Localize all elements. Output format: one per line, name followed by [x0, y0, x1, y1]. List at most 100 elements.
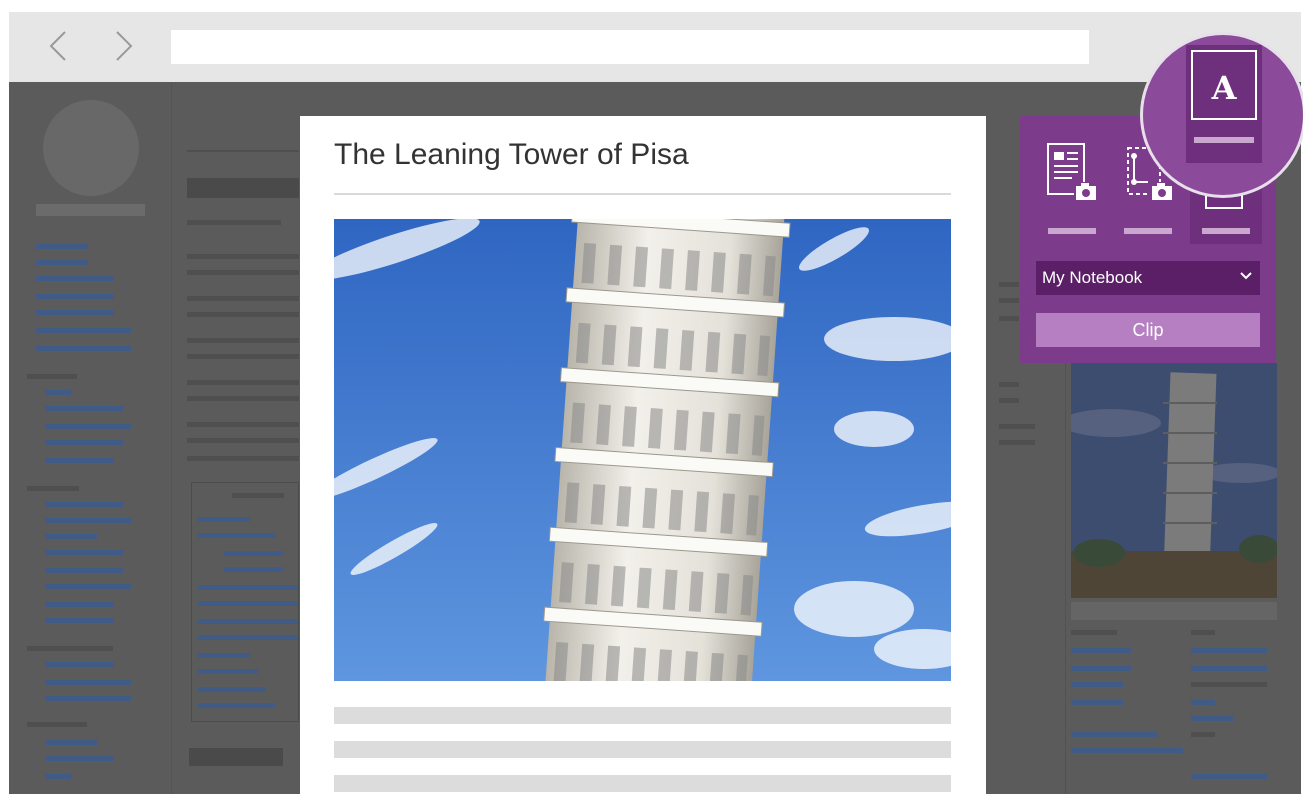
browser-toolbar [9, 12, 1301, 82]
text-bar [187, 338, 299, 343]
nav-link-bar [45, 458, 114, 463]
text-placeholder-line [334, 707, 951, 724]
text-bar [999, 316, 1019, 321]
table-cell-bar [1071, 666, 1131, 671]
infobox-link-bar [198, 619, 298, 624]
selected-mode-highlight: A [1186, 45, 1262, 163]
article-title: The Leaning Tower of Pisa [334, 138, 689, 171]
nav-link-bar [36, 244, 88, 249]
nav-link-bar [45, 534, 97, 539]
text-bar [187, 296, 299, 301]
infobox-link-bar [198, 703, 276, 708]
page-camera-icon [1047, 143, 1098, 200]
nav-link-bar [45, 568, 123, 573]
nav-link-bar [36, 294, 114, 299]
mode-label-bar [1048, 228, 1096, 234]
section-heading-bar [27, 722, 87, 727]
nav-link-bar [45, 502, 123, 507]
nav-link-bar [45, 424, 131, 429]
avatar [43, 100, 139, 196]
tower-thumbnail-drawing [1071, 363, 1277, 598]
column-divider [1065, 356, 1066, 794]
address-bar[interactable] [171, 30, 1089, 64]
nav-link-bar [36, 310, 114, 315]
text-bar [999, 382, 1019, 387]
table-cell-bar [1071, 732, 1157, 737]
infobox-link-bar [198, 669, 258, 674]
text-placeholder-line [334, 741, 951, 758]
nav-link-bar [45, 602, 114, 607]
infobox-link-bar [198, 635, 298, 640]
text-bar [187, 380, 299, 385]
nav-link-bar [45, 584, 131, 589]
tower-photo-drawing [334, 219, 951, 681]
chevron-down-icon [1240, 272, 1252, 280]
mode-label-bar [1124, 228, 1172, 234]
notebook-label: My Notebook [1042, 268, 1143, 287]
mode-label-bar [1202, 228, 1250, 234]
chevron-right-icon [116, 31, 133, 61]
tower-thumbnail-image [1071, 363, 1277, 598]
table-cell-bar [1071, 700, 1123, 705]
text-bar [187, 438, 299, 443]
table-cell-bar [1191, 716, 1233, 721]
text-bar [999, 440, 1035, 445]
article-a-icon: A [1191, 50, 1257, 143]
nav-link-bar [45, 696, 131, 701]
infobox-link-bar [198, 601, 298, 606]
title-divider [334, 193, 951, 195]
nav-link-bar [45, 662, 114, 667]
caption-bar [1071, 602, 1277, 620]
table-cell-bar [1071, 648, 1131, 653]
forward-button[interactable] [105, 28, 141, 64]
article-mode-magnifier: A [1140, 32, 1303, 198]
tower-photo [334, 219, 951, 681]
text-bar [187, 422, 299, 427]
article-preview-card: The Leaning Tower of Pisa [300, 116, 986, 794]
text-bar [999, 282, 1019, 287]
infobox-link-bar [198, 585, 298, 590]
mode-full-page[interactable] [1036, 116, 1108, 244]
nav-link-bar [45, 518, 131, 523]
table-cell-bar [1191, 682, 1267, 687]
infobox-link-bar [198, 653, 250, 658]
heading-bar [189, 748, 283, 766]
clip-button[interactable]: Clip [1036, 313, 1260, 347]
left-sidebar [9, 82, 172, 794]
table-cell-bar [1071, 630, 1117, 635]
table-cell-bar [1191, 700, 1215, 705]
infobox-link-bar [224, 567, 284, 572]
text-bar [187, 254, 299, 259]
back-button[interactable] [41, 28, 77, 64]
text-placeholder-line [334, 775, 951, 792]
nav-link-bar [45, 406, 123, 411]
nav-link-bar [45, 440, 123, 445]
section-heading-bar [27, 486, 79, 491]
chevron-left-icon [49, 31, 66, 61]
text-bar [999, 424, 1035, 429]
infobox-link-bar [198, 517, 250, 522]
nav-link-bar [36, 328, 131, 333]
nav-link-bar [45, 390, 71, 395]
infobox-link-bar [198, 533, 276, 538]
notebook-dropdown[interactable]: My Notebook [1036, 261, 1260, 295]
text-bar [999, 398, 1019, 403]
nav-link-bar [45, 550, 123, 555]
table-cell-bar [1191, 732, 1215, 737]
text-bar [187, 312, 299, 317]
nav-link-bar [36, 260, 88, 265]
table-cell-bar [1191, 630, 1215, 635]
section-heading-bar [27, 646, 113, 651]
infobox [191, 482, 299, 722]
nav-link-bar [45, 740, 97, 745]
table-cell-bar [1191, 648, 1267, 653]
nav-link-bar [45, 756, 114, 761]
text-bar [999, 298, 1019, 303]
text-bar [187, 270, 299, 275]
table-cell-bar [1191, 774, 1267, 779]
text-bar [187, 354, 299, 359]
section-heading-bar [27, 374, 77, 379]
text-bar [187, 456, 299, 461]
table-cell-bar [1191, 666, 1267, 671]
text-bar [187, 220, 281, 225]
